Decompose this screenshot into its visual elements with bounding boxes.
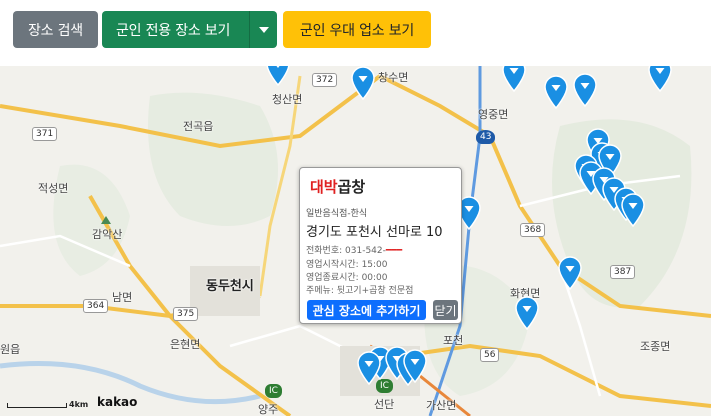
map-pin-icon[interactable] bbox=[647, 66, 673, 92]
map-label: 포천 bbox=[443, 334, 464, 347]
popup-address: 경기도 포천시 선마로 10 bbox=[306, 225, 443, 240]
place-search-button[interactable]: 장소 검색 bbox=[13, 11, 98, 48]
map-pin-icon[interactable] bbox=[265, 66, 291, 86]
kakao-logo: kakao bbox=[97, 395, 138, 409]
place-search-label: 장소 검색 bbox=[28, 22, 83, 39]
map-label: 원읍 bbox=[0, 343, 21, 356]
map-label: 창수면 bbox=[378, 71, 409, 84]
map-pin-icon[interactable] bbox=[350, 66, 376, 100]
map-label: 영중면 bbox=[478, 108, 509, 121]
close-popup-button[interactable]: 닫기 bbox=[433, 300, 458, 320]
map-label: 동두천시 bbox=[206, 279, 254, 294]
caret-down-icon bbox=[258, 26, 269, 33]
map-label: 전곡읍 bbox=[183, 120, 214, 133]
add-favorite-button[interactable]: 관심 장소에 추가하기 bbox=[307, 300, 426, 320]
military-only-label: 군인 전용 장소 보기 bbox=[116, 22, 231, 39]
popup-category: 일반음식점-한식 bbox=[306, 209, 368, 219]
redacted-name: 대박 bbox=[310, 178, 338, 196]
popup-place-name: 대박곱창 bbox=[310, 178, 366, 196]
map-pin-icon[interactable] bbox=[402, 349, 428, 383]
map-pin-icon[interactable] bbox=[543, 75, 569, 109]
map-label: 적성면 bbox=[38, 182, 69, 195]
military-discount-label: 군인 우대 업소 보기 bbox=[299, 22, 415, 39]
popup-open-time: 영업시작시간: 15:00 bbox=[306, 260, 388, 270]
road-shield: IC bbox=[265, 384, 282, 398]
map-label: 남면 bbox=[112, 291, 133, 304]
military-discount-button[interactable]: 군인 우대 업소 보기 bbox=[283, 11, 431, 48]
popup-phone: 전화번호: 031-542-━━━ bbox=[306, 246, 403, 256]
popup-close-time: 영업종료시간: 00:00 bbox=[306, 273, 388, 283]
popup-menu: 주메뉴: 뒷고기+곱창 전문점 bbox=[306, 286, 414, 296]
road-shield: 375 bbox=[173, 307, 199, 321]
road-shield: 43 bbox=[476, 130, 496, 144]
road-shield: 387 bbox=[610, 265, 636, 279]
map-view[interactable]: 청산면 영중면 전곡읍 적성면 감악산 동두천시 남면 은현면 화현면 조종면 … bbox=[0, 66, 711, 416]
road-shield: 364 bbox=[83, 299, 109, 313]
road-shield: 371 bbox=[32, 127, 58, 141]
map-label: 가산면 bbox=[426, 399, 457, 412]
map-pin-icon[interactable] bbox=[356, 351, 382, 385]
military-only-button[interactable]: 군인 전용 장소 보기 bbox=[102, 11, 277, 48]
map-label: 조종면 bbox=[640, 340, 671, 353]
map-label: 선단 bbox=[374, 398, 395, 411]
road-shield: 56 bbox=[480, 348, 500, 362]
map-pin-icon[interactable] bbox=[557, 256, 583, 290]
map-pin-icon[interactable] bbox=[572, 73, 598, 107]
road-shield: 372 bbox=[312, 73, 338, 87]
map-label: 은현면 bbox=[170, 338, 201, 351]
place-popup: 대박곱창 일반음식점-한식 경기도 포천시 선마로 10 전화번호: 031-5… bbox=[299, 167, 462, 324]
map-pin-icon[interactable] bbox=[620, 193, 646, 227]
toolbar: 장소 검색 군인 전용 장소 보기 군인 우대 업소 보기 bbox=[0, 0, 711, 62]
map-label: 감악산 bbox=[92, 228, 123, 241]
road-shield: 368 bbox=[520, 223, 546, 237]
map-label: 양주 bbox=[258, 403, 279, 416]
map-label: 청산면 bbox=[272, 93, 303, 106]
map-pin-icon[interactable] bbox=[501, 66, 527, 92]
dropdown-toggle[interactable] bbox=[249, 11, 277, 48]
scale-label: 4km bbox=[69, 400, 89, 409]
map-pin-icon[interactable] bbox=[514, 296, 540, 330]
